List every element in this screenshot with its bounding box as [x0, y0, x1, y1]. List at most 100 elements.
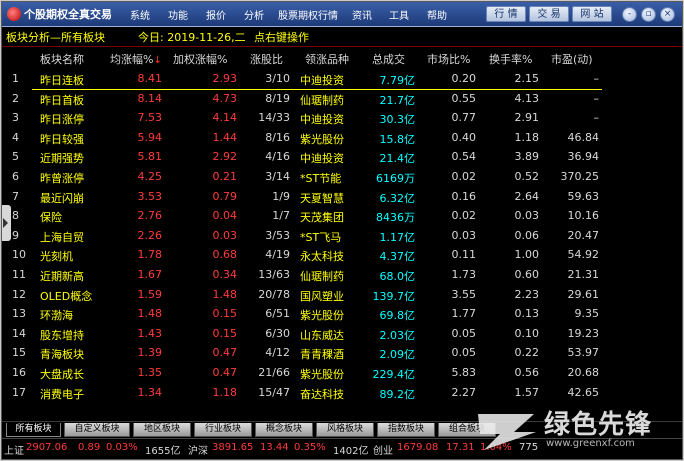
market-button[interactable]: 行 情 [486, 6, 526, 22]
menu-item-option-market[interactable]: 股票期权行情 [278, 7, 338, 22]
tab-region-boards[interactable]: 地区板块 [133, 423, 191, 437]
menu-item-help[interactable]: 帮助 [427, 7, 447, 22]
leader-stock: 天夏智慧 [300, 191, 344, 205]
total-volume: 21.7亿 [379, 93, 416, 107]
tab-industry-boards[interactable]: 行业板块 [194, 423, 252, 437]
up-ratio: 15/47 [258, 385, 290, 399]
table-row[interactable]: 11 近期新高 1.67 0.34 13/63 仙琚制药 68.0亿 1.73 0.60 21.3… [2, 267, 682, 286]
row-index: 17 [12, 385, 26, 399]
website-button[interactable]: 网 站 [572, 6, 612, 22]
menu-item-system[interactable]: 系统 [130, 7, 150, 22]
minimize-icon[interactable]: - [622, 7, 637, 22]
col-header-pe[interactable]: 市盈(动) [551, 51, 593, 67]
avg-change: 1.59 [137, 287, 163, 301]
up-ratio: 20/78 [258, 287, 290, 301]
watermark-url: www.greenxf.com [546, 438, 635, 449]
leader-stock: 紫光股份 [300, 309, 344, 323]
col-header-turnover[interactable]: 换手率% [489, 51, 532, 67]
menu-item-analysis[interactable]: 分析 [244, 7, 264, 22]
total-volume: 69.8亿 [379, 309, 416, 323]
avg-change: 1.43 [137, 326, 163, 340]
close-icon[interactable]: × [660, 7, 675, 22]
table-row[interactable]: 16 大盘成长 1.35 0.47 21/66 紫光股份 229.4亿 5.83 0.56 20.… [2, 365, 682, 384]
turnover-rate: 0.56 [514, 366, 540, 379]
pe-ratio: 20.68 [567, 366, 600, 379]
row-index: 13 [12, 307, 26, 321]
col-header-leader[interactable]: 领涨品种 [305, 51, 349, 67]
col-header-market-ratio[interactable]: 市场比% [427, 51, 470, 67]
pe-ratio: 20.47 [567, 228, 600, 242]
app-window: 个股期权全真交易 系统 功能 报价 分析 股票期权行情 资讯 工具 帮助 行 情… [1, 1, 683, 460]
weighted-change: 0.15 [212, 326, 238, 340]
cy-index-label: 创业 [373, 446, 393, 457]
trade-button[interactable]: 交 易 [529, 6, 569, 22]
total-volume: 139.7亿 [372, 289, 416, 303]
row-index: 15 [12, 346, 26, 360]
sh-index-label: 上证 [4, 446, 24, 457]
table-row[interactable]: 6 昨曾涨停 4.25 0.21 3/14 *ST节能 6169万 0.02 0.52 370.2… [2, 169, 682, 188]
turnover-rate: 1.00 [514, 248, 540, 262]
avg-change: 1.35 [137, 366, 163, 379]
avg-change: 3.53 [137, 189, 163, 203]
sz-index-pct: 0.35% [294, 442, 326, 453]
side-panel-toggle[interactable] [2, 205, 11, 241]
tab-style-boards[interactable]: 风格板块 [316, 423, 374, 437]
table-row[interactable]: 2 昨日首板 8.14 4.73 8/19 仙琚制药 21.7亿 0.55 4.13 – [2, 91, 682, 110]
col-header-name[interactable]: 板块名称 [40, 51, 84, 67]
total-volume: 8436万 [376, 211, 415, 225]
menu-item-tools[interactable]: 工具 [389, 7, 409, 22]
turnover-rate: 0.06 [514, 228, 540, 242]
total-volume: 6169万 [376, 172, 415, 185]
info-bar: 板块分析—所有板块 今日: 2019-11-26,二 点右键操作 [2, 27, 682, 47]
menu-item-quote[interactable]: 报价 [206, 7, 226, 22]
sz-index-change: 13.44 [260, 442, 289, 453]
leader-stock: 中迪投资 [300, 74, 344, 87]
weighted-change: 4.73 [212, 91, 238, 105]
col-header-weighted-change[interactable]: 加权涨幅% [173, 51, 227, 67]
weighted-change: 0.47 [212, 366, 238, 379]
pe-ratio: 10.16 [567, 209, 600, 223]
pe-ratio: 53.97 [567, 346, 600, 360]
row-index: 8 [12, 209, 19, 223]
col-header-up-ratio[interactable]: 涨股比 [250, 51, 283, 67]
table-row[interactable]: 14 股东增持 1.43 0.15 6/30 山东威达 2.03亿 0.05 0.10 19.23 [2, 326, 682, 345]
up-ratio: 3/53 [265, 228, 290, 242]
restore-icon[interactable]: ▫ [641, 7, 656, 22]
table-row[interactable]: 17 消费电子 1.34 1.18 15/47 奋达科技 89.2亿 2.27 1.57 42.6… [2, 385, 682, 404]
market-ratio: 0.77 [451, 111, 477, 125]
table-row[interactable]: 8 保险 2.76 0.04 1/7 天茂集团 8436万 0.02 0.03 10.16 [2, 208, 682, 227]
tab-all-boards[interactable]: 所有板块 [6, 423, 61, 437]
table-row[interactable]: 4 昨日较强 5.94 1.44 8/16 紫光股份 15.8亿 0.40 1.18 46.84 [2, 130, 682, 149]
avg-change: 1.34 [137, 385, 163, 399]
col-header-volume[interactable]: 总成交 [372, 51, 405, 67]
tab-concept-boards[interactable]: 概念板块 [255, 423, 313, 437]
leader-stock: 青青稞酒 [300, 348, 344, 362]
table-row[interactable]: 3 昨日涨停 7.53 4.14 14/33 中迪投资 30.3亿 0.77 2.91 – [2, 110, 682, 129]
board-name: OLED概念 [40, 289, 93, 303]
turnover-rate: 2.64 [514, 189, 540, 203]
table-row[interactable]: 13 环渤海 1.48 0.15 6/51 紫光股份 69.8亿 1.77 0.13 9.35 [2, 306, 682, 325]
sh-index-value: 2907.06 [26, 442, 68, 453]
table-row[interactable]: 10 光刻机 1.78 0.68 4/19 永太科技 4.37亿 0.11 1.00 54.92 [2, 247, 682, 266]
board-name: 保险 [40, 211, 62, 225]
row-index: 5 [12, 150, 19, 164]
col-header-avg-change[interactable]: 均涨幅%↓ [110, 51, 162, 67]
table-row[interactable]: 1 昨日连板 8.41 2.93 3/10 中迪投资 7.79亿 0.20 2.15 – [2, 71, 682, 90]
table-row[interactable]: 12 OLED概念 1.59 1.48 20/78 国风塑业 139.7亿 3.55 2.23 2… [2, 287, 682, 306]
turnover-rate: 2.15 [514, 72, 540, 85]
weighted-change: 0.21 [212, 170, 238, 183]
table-row[interactable]: 15 青海板块 1.39 0.47 4/12 青青稞酒 2.09亿 0.05 0.22 53.97 [2, 345, 682, 364]
watermark-logo-icon [478, 414, 536, 450]
up-ratio: 4/19 [265, 248, 290, 262]
title-bar: 个股期权全真交易 系统 功能 报价 分析 股票期权行情 资讯 工具 帮助 行 情… [2, 2, 682, 27]
tab-custom-boards[interactable]: 自定义板块 [64, 423, 130, 437]
tab-index-boards[interactable]: 指数板块 [377, 423, 435, 437]
table-row[interactable]: 9 上海自贸 2.26 0.03 3/53 *ST飞马 1.17亿 0.03 0.06 20.47 [2, 228, 682, 247]
leader-stock: 国风塑业 [300, 289, 344, 303]
table-row[interactable]: 5 近期强势 5.81 2.92 4/16 中迪投资 21.4亿 0.54 3.89 36.94 [2, 149, 682, 168]
up-ratio: 14/33 [258, 111, 290, 125]
leader-stock: 仙琚制药 [300, 93, 344, 107]
table-row[interactable]: 7 最近闪崩 3.53 0.79 1/9 天夏智慧 6.32亿 0.16 2.64 59.63 [2, 189, 682, 208]
menu-item-news[interactable]: 资讯 [352, 7, 372, 22]
menu-item-function[interactable]: 功能 [168, 7, 188, 22]
